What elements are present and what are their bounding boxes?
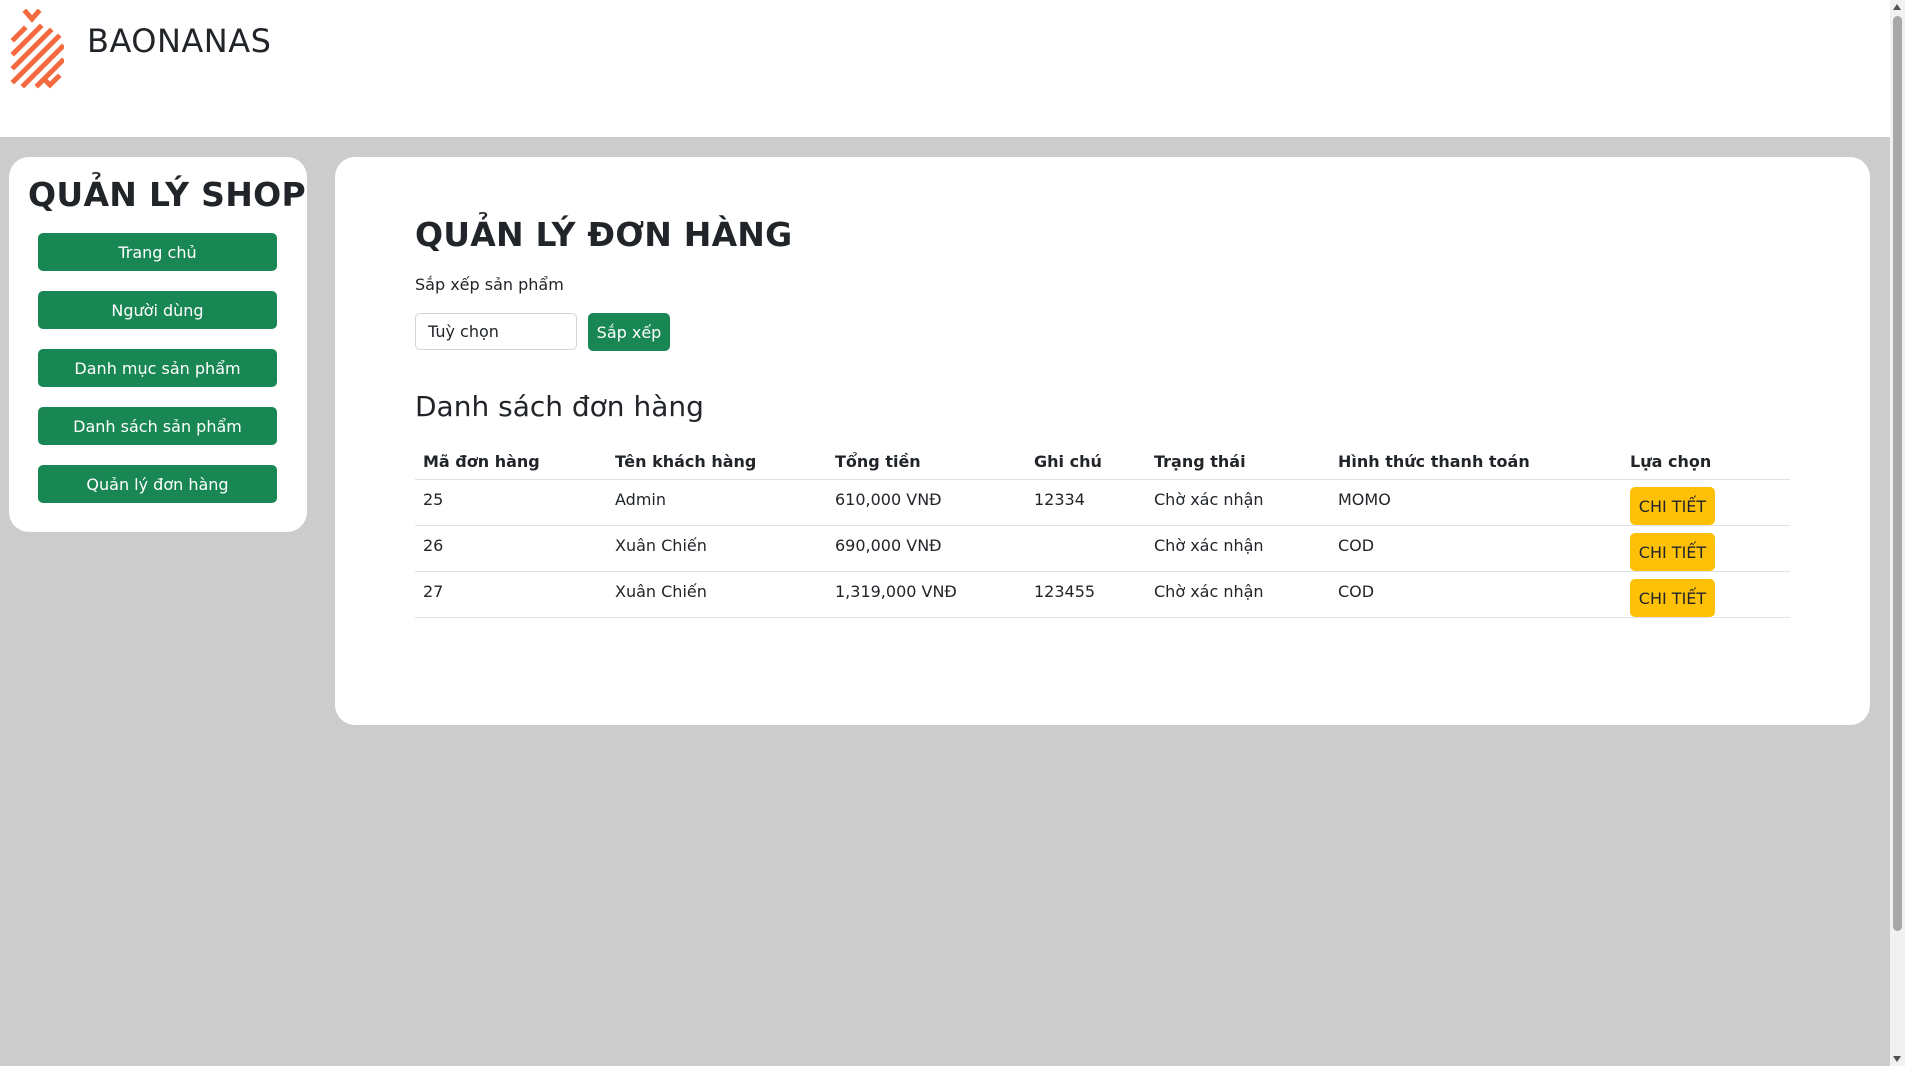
order-total: 690,000 VNĐ xyxy=(827,525,1026,572)
order-status: Chờ xác nhận xyxy=(1146,525,1330,572)
brand-logo-icon[interactable] xyxy=(10,9,64,98)
column-header: Mã đơn hàng xyxy=(415,442,607,480)
detail-button[interactable]: CHI TIẾT xyxy=(1630,579,1715,617)
order-id: 26 xyxy=(415,525,607,572)
column-header: Trạng thái xyxy=(1146,442,1330,480)
customer-name: Admin xyxy=(607,479,827,526)
order-note: 12334 xyxy=(1026,479,1146,526)
scroll-down-icon[interactable] xyxy=(1893,1056,1901,1062)
sidebar-item-users[interactable]: Người dùng xyxy=(38,291,277,329)
order-status: Chờ xác nhận xyxy=(1146,479,1330,526)
column-header: Tổng tiền xyxy=(827,442,1026,480)
table-row: 25 Admin 610,000 VNĐ 12334 Chờ xác nhận … xyxy=(415,479,1790,526)
sort-select[interactable]: Tuỳ chọn xyxy=(415,313,577,350)
table-header-row: Mã đơn hàng Tên khách hàng Tổng tiền Ghi… xyxy=(415,442,1790,480)
table-row: 27 Xuân Chiến 1,319,000 VNĐ 123455 Chờ x… xyxy=(415,571,1790,618)
column-header: Lựa chọn xyxy=(1622,442,1790,480)
sort-label: Sắp xếp sản phẩm xyxy=(415,275,564,294)
orders-section-title: Danh sách đơn hàng xyxy=(415,390,704,423)
sidebar-item-home[interactable]: Trang chủ xyxy=(38,233,277,271)
order-status: Chờ xác nhận xyxy=(1146,571,1330,618)
brand-name[interactable]: BAONANAS xyxy=(87,22,271,60)
main-content: QUẢN LÝ ĐƠN HÀNG Sắp xếp sản phẩm Tuỳ ch… xyxy=(335,157,1870,725)
top-header: BAONANAS xyxy=(0,0,1890,137)
payment-method: COD xyxy=(1330,525,1622,572)
sidebar: QUẢN LÝ SHOP Trang chủ Người dùng Danh m… xyxy=(9,157,307,532)
payment-method: COD xyxy=(1330,571,1622,618)
table-row: 26 Xuân Chiến 690,000 VNĐ Chờ xác nhận C… xyxy=(415,525,1790,572)
order-total: 1,319,000 VNĐ xyxy=(827,571,1026,618)
sidebar-item-products[interactable]: Danh sách sản phẩm xyxy=(38,407,277,445)
vertical-scrollbar[interactable] xyxy=(1890,0,1905,1066)
sidebar-title: QUẢN LÝ SHOP xyxy=(28,175,306,214)
sidebar-item-orders[interactable]: Quản lý đơn hàng xyxy=(38,465,277,503)
order-note: 123455 xyxy=(1026,571,1146,618)
column-header: Ghi chú xyxy=(1026,442,1146,480)
payment-method: MOMO xyxy=(1330,479,1622,526)
order-id: 27 xyxy=(415,571,607,618)
order-id: 25 xyxy=(415,479,607,526)
sidebar-item-categories[interactable]: Danh mục sản phẩm xyxy=(38,349,277,387)
scroll-thumb[interactable] xyxy=(1893,16,1902,931)
sort-button[interactable]: Sắp xếp xyxy=(588,313,670,351)
action-cell: CHI TIẾT xyxy=(1622,525,1790,572)
detail-button[interactable]: CHI TIẾT xyxy=(1630,487,1715,525)
column-header: Hình thức thanh toán xyxy=(1330,442,1622,480)
customer-name: Xuân Chiến xyxy=(607,525,827,572)
scroll-up-icon[interactable] xyxy=(1893,4,1901,10)
detail-button[interactable]: CHI TIẾT xyxy=(1630,533,1715,571)
page-title: QUẢN LÝ ĐƠN HÀNG xyxy=(415,215,793,254)
action-cell: CHI TIẾT xyxy=(1622,571,1790,618)
order-total: 610,000 VNĐ xyxy=(827,479,1026,526)
column-header: Tên khách hàng xyxy=(607,442,827,480)
customer-name: Xuân Chiến xyxy=(607,571,827,618)
orders-table: Mã đơn hàng Tên khách hàng Tổng tiền Ghi… xyxy=(415,442,1790,618)
action-cell: CHI TIẾT xyxy=(1622,479,1790,526)
order-note xyxy=(1026,525,1146,572)
